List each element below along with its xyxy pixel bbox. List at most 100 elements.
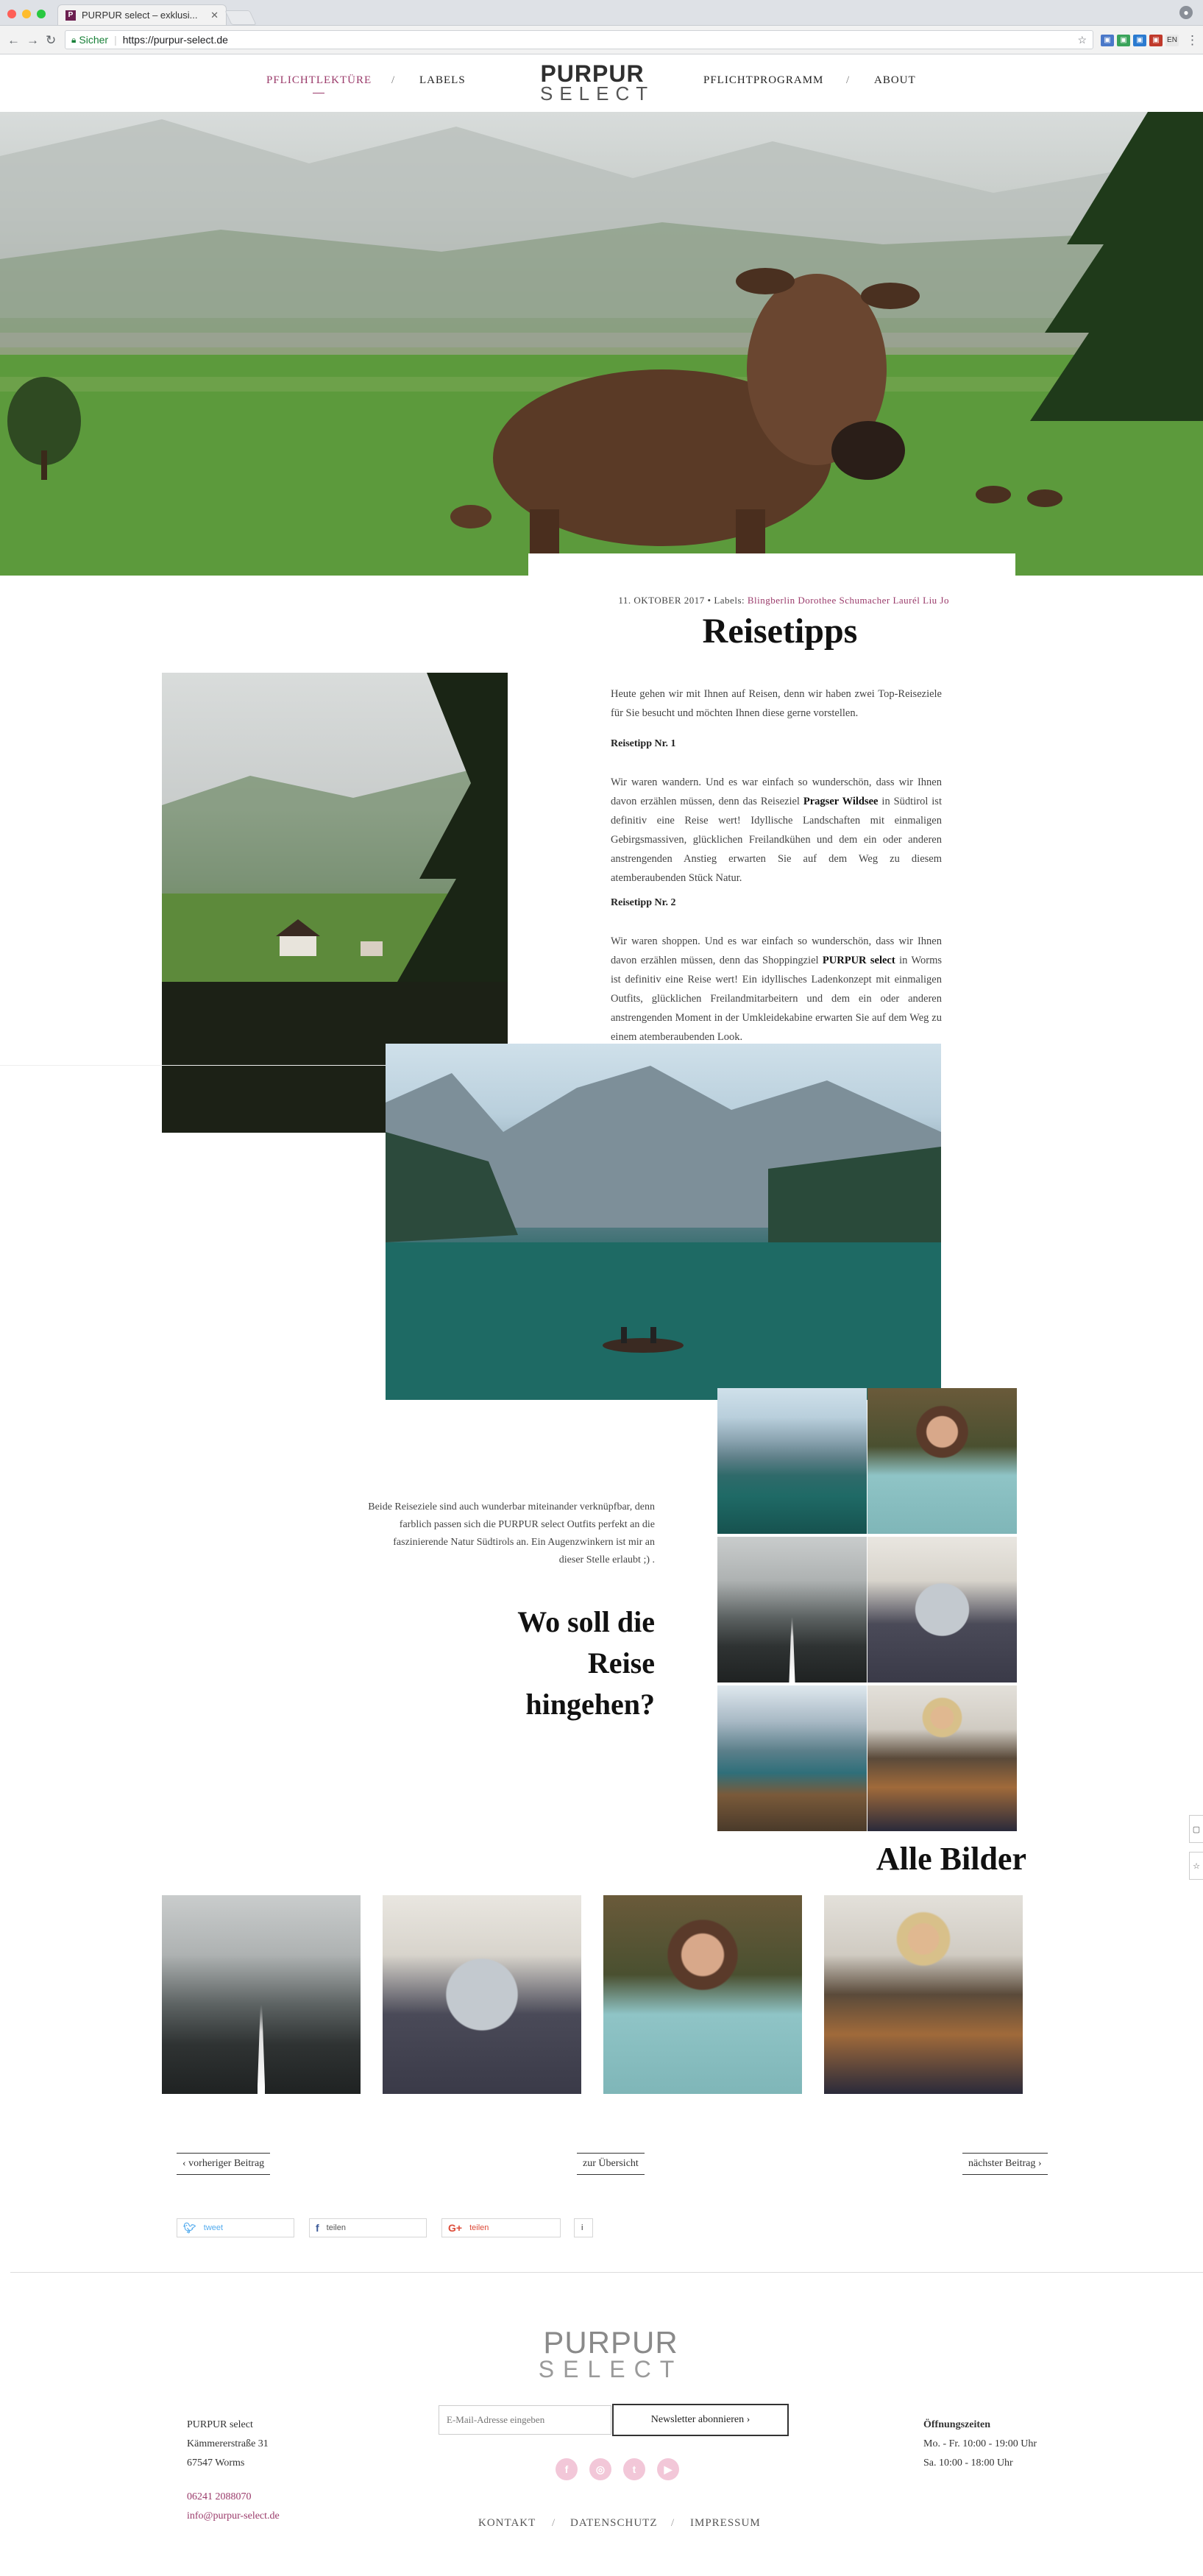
side-widget-star-icon[interactable]: ☆ (1189, 1852, 1203, 1880)
footer-opening-hours: Öffnungszeiten Mo. - Fr. 10:00 - 19:00 U… (923, 2416, 1037, 2473)
twitter-social-icon[interactable]: t (623, 2458, 645, 2480)
side-widget-window-icon[interactable]: ▢ (1189, 1815, 1203, 1843)
image-mountain-lake[interactable] (386, 1044, 941, 1400)
nav-labels[interactable]: LABELS (419, 74, 466, 87)
tip1-text: Wir waren wandern. Und es war einfach so… (611, 773, 942, 888)
nav-about[interactable]: ABOUT (874, 74, 916, 87)
url-text: https://purpur-select.de (122, 34, 228, 46)
grid-image-woman-gold-coat[interactable] (867, 1685, 1017, 1831)
grid-image-road[interactable] (717, 1537, 867, 1682)
bookmark-star-icon[interactable]: ☆ (1077, 34, 1087, 46)
browser-tabbar: P PURPUR select – exklusi... ✕ ● (0, 0, 1203, 26)
lock-icon: 🔒︎ (71, 34, 77, 45)
next-post-link[interactable]: nächster Beitrag › (962, 2153, 1048, 2175)
footer-logo-select: SELECT (538, 2356, 684, 2382)
reload-icon[interactable]: ↻ (46, 33, 56, 48)
tweet-label: tweet (203, 2223, 224, 2232)
nav-pflichtprogramm[interactable]: PFLICHTPROGRAMM (703, 74, 823, 87)
opening-hours-title: Öffnungszeiten (923, 2419, 990, 2430)
browser-toolbar: ← → ↻ 🔒︎ Sicher | https://purpur-select.… (0, 26, 1203, 54)
footer-phone-link[interactable]: 06241 2088070 (187, 2488, 280, 2507)
grid-image-woman-turquoise-coat[interactable] (867, 1388, 1017, 1534)
logo-select: SELECT (540, 82, 655, 105)
site-header: PFLICHTLEKTÜRE / LABELS PURPUR SELECT PF… (0, 54, 1203, 112)
grid-image-boats[interactable] (717, 1685, 867, 1831)
google-share-button[interactable]: G+ teilen (441, 2218, 561, 2237)
youtube-social-icon[interactable]: ▶ (657, 2458, 679, 2480)
new-tab-button[interactable] (224, 10, 257, 25)
address-separator: | (114, 34, 117, 46)
opening-hours-line: Mo. - Fr. 10:00 - 19:00 Uhr (923, 2438, 1037, 2449)
tip2-heading: Reisetipp Nr. 2 (611, 897, 676, 908)
info-icon: i (581, 2223, 583, 2232)
maximize-window-icon[interactable] (37, 10, 46, 18)
profile-icon[interactable]: ● (1179, 6, 1193, 19)
gallery-image-woman-scarf[interactable] (824, 1895, 1023, 2094)
address-line: Kämmererstraße 31 (187, 2438, 269, 2449)
gallery-image-backpack[interactable] (383, 1895, 581, 2094)
divider-line (0, 1065, 386, 1066)
article-title: Reisetipps (702, 612, 858, 651)
close-window-icon[interactable] (7, 10, 16, 18)
combo-paragraph: Beide Reiseziele sind auch wunderbar mit… (368, 1501, 655, 1565)
browser-tab[interactable]: P PURPUR select – exklusi... ✕ (57, 4, 227, 25)
twitter-icon: 🐦︎ (183, 2221, 196, 2234)
nav-separator: / (391, 74, 395, 86)
tip2-text-b: in Worms ist definitiv eine Reise wert! … (611, 955, 942, 1043)
menu-icon[interactable]: ⋮ (1186, 33, 1199, 48)
nav-separator: / (846, 74, 850, 86)
footer-contact: 06241 2088070 info@purpur-select.de (187, 2488, 280, 2526)
grid-image-backpack[interactable] (867, 1537, 1017, 1682)
labels-prefix: • Labels: (704, 595, 745, 606)
footer-logo-purpur: PURPUR (543, 2325, 678, 2360)
extension-red-icon[interactable]: ▣ (1149, 35, 1163, 46)
instagram-social-icon[interactable]: ◎ (589, 2458, 611, 2480)
question-heading: Wo soll die Reise hingehen? (517, 1605, 655, 1721)
favicon-icon: P (65, 10, 76, 21)
extension-translate-icon[interactable]: ▣ (1101, 35, 1114, 46)
newsletter-email-input[interactable] (439, 2405, 611, 2435)
address-line: 67547 Worms (187, 2458, 245, 2469)
back-icon[interactable]: ← (7, 33, 20, 48)
extension-blue-icon[interactable]: ▣ (1133, 35, 1146, 46)
overview-link[interactable]: zur Übersicht (577, 2153, 645, 2175)
facebook-icon: f (316, 2222, 319, 2234)
tip2-text: Wir waren shoppen. Und es war einfach so… (611, 932, 942, 1047)
tab-title: PURPUR select – exklusi... (82, 10, 198, 21)
facebook-share-label: teilen (326, 2223, 346, 2232)
gallery-image-woman-turquoise[interactable] (603, 1895, 802, 2094)
previous-post-link[interactable]: ‹ vorheriger Beitrag (177, 2153, 271, 2175)
address-line: PURPUR select (187, 2419, 253, 2430)
article-meta: 11. OKTOBER 2017 • Labels: Blingberlin D… (603, 595, 949, 606)
grid-image-lake[interactable] (717, 1388, 867, 1534)
tip2-destination: PURPUR select (822, 955, 895, 966)
gallery-image-road[interactable] (162, 1895, 361, 2094)
article-intro: Heute gehen wir mit Ihnen auf Reisen, de… (611, 688, 942, 719)
minimize-window-icon[interactable] (22, 10, 31, 18)
tab-close-icon[interactable]: ✕ (210, 10, 219, 21)
footer-divider (10, 2272, 1203, 2273)
address-bar[interactable]: 🔒︎ Sicher | https://purpur-select.de ☆ (65, 30, 1093, 49)
forward-icon[interactable]: → (26, 33, 39, 48)
hero-image-cow (0, 112, 1203, 576)
footer-email-link[interactable]: info@purpur-select.de (187, 2507, 280, 2526)
nav-pflichtlektuere[interactable]: PFLICHTLEKTÜRE (266, 74, 372, 87)
footer-separator: / (552, 2517, 556, 2529)
tweet-button[interactable]: 🐦︎ tweet (177, 2218, 294, 2237)
footer-link-impressum[interactable]: IMPRESSUM (690, 2517, 761, 2530)
facebook-share-button[interactable]: f teilen (309, 2218, 427, 2237)
share-info-button[interactable]: i (574, 2218, 593, 2237)
google-plus-icon: G+ (448, 2222, 463, 2234)
facebook-social-icon[interactable]: f (556, 2458, 578, 2480)
newsletter-subscribe-button[interactable]: Newsletter abonnieren › (612, 2404, 789, 2436)
footer-link-kontakt[interactable]: KONTAKT (478, 2517, 536, 2530)
all-pictures-heading: Alle Bilder (876, 1841, 1026, 1877)
footer-separator: / (671, 2517, 675, 2529)
google-share-label: teilen (469, 2223, 489, 2232)
article-labels-links[interactable]: Blingberlin Dorothee Schumacher Laurél L… (745, 595, 949, 606)
footer-link-datenschutz[interactable]: DATENSCHUTZ (570, 2517, 658, 2530)
tip1-destination: Pragser Wildsee (803, 796, 879, 807)
extension-green-icon[interactable]: ▣ (1117, 35, 1130, 46)
extension-lang-icon[interactable]: EN (1165, 35, 1179, 46)
tip1-heading: Reisetipp Nr. 1 (611, 738, 676, 749)
